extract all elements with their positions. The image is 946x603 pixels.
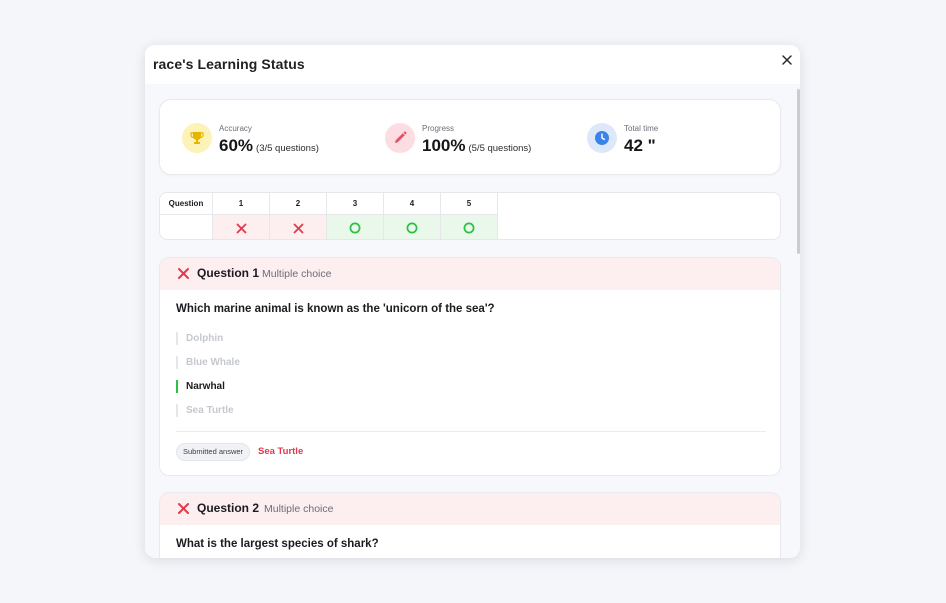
question-text: Which marine animal is known as the 'uni… (176, 303, 495, 315)
submitted-answer-value: Sea Turtle (258, 446, 304, 457)
pencil-icon (385, 123, 415, 153)
stats-card: Accuracy 60% (3/5 questions) Progress 100… (159, 99, 781, 175)
trophy-icon (182, 123, 212, 153)
question-card-header: Question 2 Multiple choice (160, 493, 780, 525)
grid-header-label: Question (160, 193, 212, 215)
question-card-1: Question 1 Multiple choice Which marine … (159, 257, 781, 476)
question-type: Multiple choice (262, 268, 332, 280)
accuracy-sub: (3/5 questions) (256, 143, 319, 154)
modal-header: race's Learning Status (145, 45, 800, 84)
grid-result-cell[interactable] (327, 215, 383, 239)
question-type: Multiple choice (264, 503, 334, 515)
answer-option: Blue Whale (176, 356, 240, 369)
x-mark-icon (236, 223, 246, 233)
clock-icon (587, 123, 617, 153)
grid-column-q4[interactable]: 4 (384, 193, 441, 239)
divider (176, 431, 766, 432)
grid-question-number: 4 (384, 193, 440, 215)
grid-question-number: 3 (327, 193, 383, 215)
question-card-2: Question 2 Multiple choice What is the l… (159, 492, 781, 558)
grid-question-number: 2 (270, 193, 326, 215)
progress-value: 100% (422, 136, 466, 155)
grid-result-cell[interactable] (270, 215, 326, 239)
modal-title: race's Learning Status (153, 56, 305, 72)
total-time-value: 42 " (624, 136, 656, 155)
x-mark-icon (178, 503, 189, 514)
grid-column-q3[interactable]: 3 (327, 193, 384, 239)
scrollbar[interactable] (797, 89, 800, 254)
close-icon[interactable] (780, 53, 794, 67)
answer-option: Dolphin (176, 332, 223, 345)
answer-option-correct: Narwhal (176, 380, 225, 393)
question-card-header: Question 1 Multiple choice (160, 258, 780, 290)
grid-header-column: Question (160, 193, 213, 239)
circle-icon (406, 222, 418, 234)
x-mark-icon (178, 268, 189, 279)
circle-icon (349, 222, 361, 234)
learning-status-modal: race's Learning Status Accuracy 60% (3/5 … (145, 45, 800, 558)
accuracy-label: Accuracy (219, 124, 252, 133)
total-time-label: Total time (624, 124, 659, 133)
grid-result-cell[interactable] (213, 215, 269, 239)
grid-result-cell[interactable] (384, 215, 440, 239)
question-number: Question 1 (197, 266, 260, 280)
answer-option: Sea Turtle (176, 404, 234, 417)
question-result-grid: Question 1 2 3 4 5 (159, 192, 781, 240)
grid-column-q5[interactable]: 5 (441, 193, 498, 239)
grid-question-number: 5 (441, 193, 497, 215)
progress-sub: (5/5 questions) (468, 143, 532, 154)
circle-icon (463, 222, 475, 234)
x-mark-icon (293, 223, 303, 233)
grid-column-q2[interactable]: 2 (270, 193, 327, 239)
question-text: What is the largest species of shark? (176, 538, 379, 550)
progress-label: Progress (422, 124, 455, 133)
grid-column-q1[interactable]: 1 (213, 193, 270, 239)
accuracy-value: 60% (219, 136, 254, 155)
grid-question-number: 1 (213, 193, 269, 215)
submitted-answer-badge: Submitted answer (176, 443, 251, 461)
question-number: Question 2 (197, 501, 260, 515)
grid-result-cell[interactable] (441, 215, 497, 239)
